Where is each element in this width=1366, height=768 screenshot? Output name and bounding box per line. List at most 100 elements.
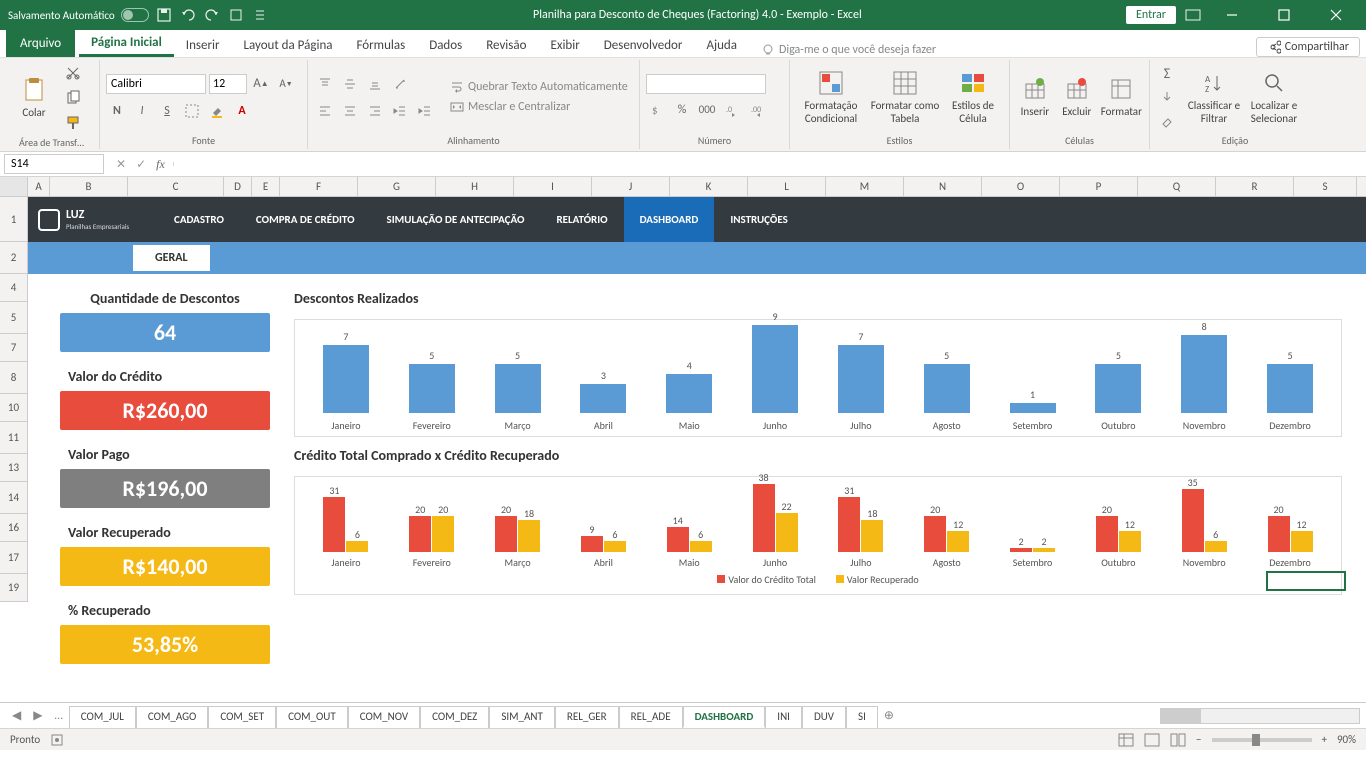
- sheet-tab[interactable]: REL_ADE: [619, 706, 683, 728]
- select-all-corner[interactable]: [0, 177, 28, 196]
- format-cells-button[interactable]: Formatar: [1100, 62, 1143, 132]
- col-header[interactable]: D: [224, 177, 252, 196]
- view-normal-icon[interactable]: [1118, 733, 1134, 747]
- copy-icon[interactable]: [62, 87, 84, 109]
- tab-help[interactable]: Ajuda: [694, 34, 749, 57]
- signin-button[interactable]: Entrar: [1126, 6, 1176, 24]
- sheet-tab[interactable]: SI: [846, 706, 878, 728]
- decrease-decimal-icon[interactable]: .00: [746, 99, 768, 121]
- row-header[interactable]: 7: [0, 334, 28, 362]
- col-header[interactable]: N: [904, 177, 982, 196]
- zoom-thumb[interactable]: [1252, 734, 1260, 746]
- sheet-tab[interactable]: SIM_ANT: [489, 706, 555, 728]
- row-header[interactable]: 16: [0, 514, 28, 542]
- undo-icon[interactable]: [179, 6, 197, 24]
- delete-cells-button[interactable]: Excluir: [1058, 62, 1096, 132]
- row-header[interactable]: 13: [0, 454, 28, 482]
- geral-tab[interactable]: GERAL: [133, 245, 210, 271]
- tab-insert[interactable]: Inserir: [174, 34, 232, 57]
- formula-bar[interactable]: [173, 162, 1366, 166]
- save-icon[interactable]: [155, 6, 173, 24]
- view-layout-icon[interactable]: [1144, 733, 1160, 747]
- decrease-font-icon[interactable]: A▼: [275, 73, 297, 95]
- nav-dashboard[interactable]: DASHBOARD: [624, 197, 715, 242]
- align-right-icon[interactable]: [364, 100, 386, 122]
- sheet-tab[interactable]: REL_GER: [555, 706, 619, 728]
- col-header[interactable]: C: [128, 177, 224, 196]
- col-header[interactable]: I: [514, 177, 592, 196]
- nav-cadastro[interactable]: CADASTRO: [158, 197, 240, 242]
- clear-icon[interactable]: [1156, 110, 1178, 132]
- tab-review[interactable]: Revisão: [474, 34, 538, 57]
- align-left-icon[interactable]: [314, 100, 336, 122]
- nav-relatorio[interactable]: RELATÓRIO: [540, 197, 623, 242]
- tab-layout[interactable]: Layout da Página: [232, 34, 345, 57]
- macro-record-icon[interactable]: [50, 733, 64, 747]
- col-header[interactable]: K: [670, 177, 748, 196]
- view-pagebreak-icon[interactable]: [1170, 733, 1186, 747]
- redo-icon[interactable]: [203, 6, 221, 24]
- insert-cells-button[interactable]: Inserir: [1016, 62, 1054, 132]
- sheet-tab[interactable]: COM_DEZ: [420, 706, 489, 728]
- scroll-thumb[interactable]: [1161, 709, 1201, 723]
- number-format-select[interactable]: [646, 74, 766, 94]
- comma-icon[interactable]: 000: [696, 99, 718, 121]
- row-header[interactable]: 17: [0, 542, 28, 574]
- fill-color-icon[interactable]: [206, 100, 228, 122]
- zoom-slider[interactable]: [1212, 738, 1312, 742]
- sheet-tab[interactable]: COM_AGO: [136, 706, 208, 728]
- col-header[interactable]: L: [748, 177, 826, 196]
- zoom-out-button[interactable]: −: [1196, 733, 1201, 746]
- sheet-nav-prev[interactable]: ◀: [6, 708, 27, 723]
- align-middle-icon[interactable]: [339, 73, 361, 95]
- spreadsheet-grid[interactable]: ABCDEFGHIJKLMNOPQRS 12457810111314161719…: [0, 177, 1366, 702]
- qat-icon2[interactable]: [251, 6, 269, 24]
- bold-button[interactable]: N: [106, 100, 128, 122]
- col-header[interactable]: M: [826, 177, 904, 196]
- tab-file[interactable]: Arquivo: [6, 30, 75, 57]
- close-button[interactable]: [1314, 0, 1358, 30]
- col-header[interactable]: E: [252, 177, 280, 196]
- col-header[interactable]: J: [592, 177, 670, 196]
- zoom-level[interactable]: 90%: [1337, 733, 1356, 746]
- sheet-tab[interactable]: INI: [765, 706, 802, 728]
- sheet-tab[interactable]: COM_JUL: [69, 706, 136, 728]
- tab-data[interactable]: Dados: [417, 34, 474, 57]
- autosum-icon[interactable]: Σ: [1156, 62, 1178, 84]
- italic-button[interactable]: I: [131, 100, 153, 122]
- nav-instrucoes[interactable]: INSTRUÇÕES: [714, 197, 803, 242]
- col-header[interactable]: R: [1216, 177, 1294, 196]
- sheet-tab[interactable]: COM_NOV: [348, 706, 420, 728]
- increase-indent-icon[interactable]: [414, 100, 436, 122]
- name-box[interactable]: [4, 154, 104, 174]
- minimize-button[interactable]: [1210, 0, 1254, 30]
- increase-decimal-icon[interactable]: .0: [721, 99, 743, 121]
- row-header[interactable]: 4: [0, 274, 28, 302]
- autosave-toggle[interactable]: Salvamento Automático: [8, 8, 149, 22]
- row-header[interactable]: 5: [0, 302, 28, 334]
- maximize-button[interactable]: [1262, 0, 1306, 30]
- col-header[interactable]: G: [358, 177, 436, 196]
- sort-filter-button[interactable]: AZClassificar e Filtrar: [1186, 62, 1242, 132]
- horizontal-scrollbar[interactable]: [1160, 708, 1360, 724]
- col-header[interactable]: P: [1060, 177, 1138, 196]
- toggle-off-icon[interactable]: [121, 8, 149, 22]
- percent-icon[interactable]: %: [671, 99, 693, 121]
- row-header[interactable]: 2: [0, 242, 28, 274]
- font-name-select[interactable]: [106, 74, 206, 94]
- tab-view[interactable]: Exibir: [538, 34, 591, 57]
- cancel-formula-icon[interactable]: ✕: [116, 157, 126, 172]
- align-center-icon[interactable]: [339, 100, 361, 122]
- decrease-indent-icon[interactable]: [389, 100, 411, 122]
- row-header[interactable]: 8: [0, 362, 28, 394]
- borders-icon[interactable]: [181, 100, 203, 122]
- merge-button[interactable]: Mesclar e Centralizar: [450, 100, 628, 114]
- col-header[interactable]: B: [50, 177, 128, 196]
- row-header[interactable]: 14: [0, 482, 28, 514]
- cell-styles-button[interactable]: Estilos de Célula: [944, 62, 1002, 132]
- col-header[interactable]: Q: [1138, 177, 1216, 196]
- sheet-tab[interactable]: DASHBOARD: [683, 706, 766, 728]
- increase-font-icon[interactable]: A▲: [250, 73, 272, 95]
- tab-formulas[interactable]: Fórmulas: [345, 34, 418, 57]
- col-header[interactable]: H: [436, 177, 514, 196]
